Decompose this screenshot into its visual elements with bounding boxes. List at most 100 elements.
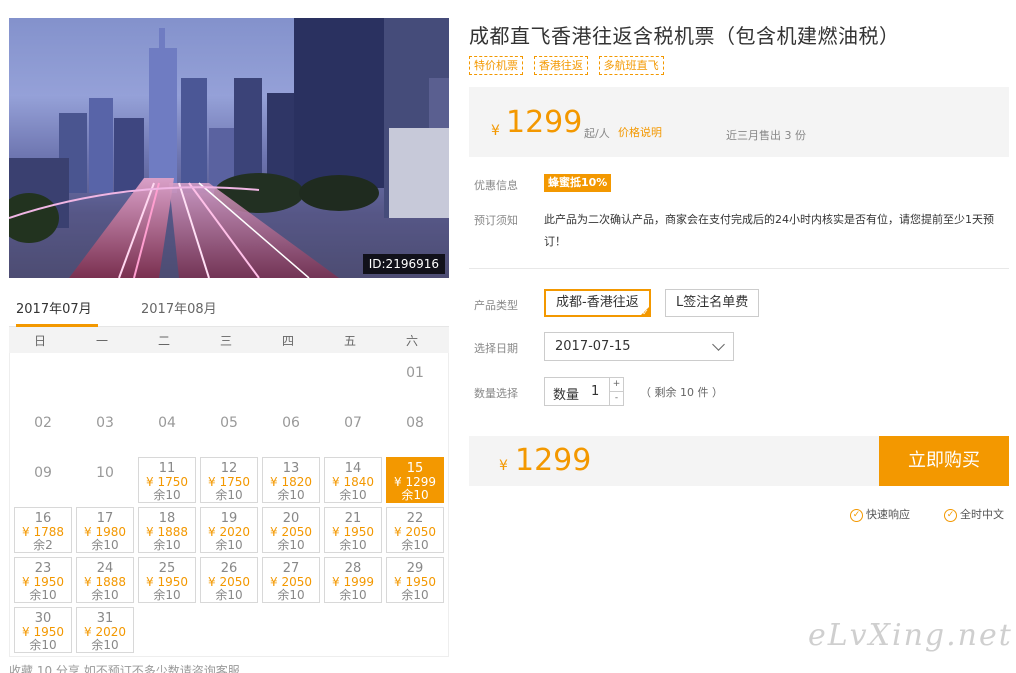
- day-stock: 余10: [339, 538, 367, 552]
- day-number: 10: [96, 465, 114, 481]
- day-number: 28: [344, 561, 362, 576]
- type-option-visa-fee[interactable]: L签注名单费: [665, 289, 760, 317]
- weekday-label: 四: [281, 334, 294, 348]
- quantity-stepper: 数量 1 + -: [544, 377, 624, 406]
- weekday-label: 五: [343, 334, 356, 348]
- day-number: 18: [158, 511, 176, 526]
- calendar-day[interactable]: 31 ¥ 2020 余10: [76, 607, 134, 653]
- day-stock: 余10: [401, 538, 429, 552]
- day-number: 12: [220, 461, 238, 476]
- day-number: 25: [158, 561, 176, 576]
- calendar-day[interactable]: 21 ¥ 1950 余10: [324, 507, 382, 553]
- day-stock: 余10: [215, 588, 243, 602]
- price-currency: ¥: [491, 123, 500, 139]
- check-circle-icon: ✓: [944, 508, 957, 522]
- day-number: 05: [220, 415, 238, 431]
- day-number: 30: [34, 611, 52, 626]
- calendar-day[interactable]: 19 ¥ 2020 余10: [200, 507, 258, 553]
- notice-label: 预订须知: [474, 214, 518, 227]
- calendar-day[interactable]: 27 ¥ 2050 余10: [262, 557, 320, 603]
- calendar-day[interactable]: 18 ¥ 1888 余10: [138, 507, 196, 553]
- weekday-label: 一: [95, 334, 108, 348]
- photo-id-label: ID:2196916: [362, 254, 445, 274]
- tab-month-august[interactable]: 2017年08月: [141, 298, 217, 327]
- product-tag: 特价机票: [469, 56, 523, 75]
- product-title: 成都直飞香港往返含税机票（包含机建燃油税）: [469, 24, 900, 48]
- day-number: 06: [282, 415, 300, 431]
- calendar-day: 10: [76, 457, 134, 503]
- product-tag: 多航班直飞: [598, 56, 664, 75]
- calendar-weekday-header: 日一二三四五六: [9, 327, 449, 353]
- calendar-day-selected[interactable]: 15 ¥ 1299 余10: [386, 457, 444, 503]
- product-tag: 香港往返: [533, 56, 588, 75]
- day-stock: 余10: [401, 488, 429, 502]
- weekday-label: 六: [405, 334, 418, 348]
- day-stock: 余10: [277, 488, 305, 502]
- day-number: 22: [406, 511, 424, 526]
- day-number: 21: [344, 511, 362, 526]
- date-label: 选择日期: [474, 342, 518, 355]
- tab-month-july[interactable]: 2017年07月: [16, 298, 98, 327]
- quantity-remaining: （ 剩余 10 件 ）: [640, 386, 723, 399]
- quantity-plus-button[interactable]: +: [609, 378, 623, 392]
- section-divider: [469, 268, 1009, 269]
- promo-label: 优惠信息: [474, 179, 518, 192]
- calendar-day[interactable]: 28 ¥ 1999 余10: [324, 557, 382, 603]
- day-stock: 余10: [153, 588, 181, 602]
- calendar-day[interactable]: 20 ¥ 2050 余10: [262, 507, 320, 553]
- day-stock: 余10: [339, 488, 367, 502]
- calendar-month-tabs: 2017年07月 2017年08月: [9, 290, 449, 327]
- day-number: 26: [220, 561, 238, 576]
- buy-now-button[interactable]: 立即购买: [879, 436, 1009, 486]
- total-price-bar: ¥ 1299: [469, 436, 879, 486]
- quantity-value[interactable]: 1: [591, 384, 599, 399]
- price-explain-link[interactable]: 价格说明: [618, 124, 662, 140]
- calendar-day[interactable]: 17 ¥ 1980 余10: [76, 507, 134, 553]
- service-label: 快速响应: [866, 508, 910, 521]
- day-stock: 余10: [153, 538, 181, 552]
- quantity-inline-label: 数量: [553, 388, 580, 403]
- calendar-day[interactable]: 23 ¥ 1950 余10: [14, 557, 72, 603]
- day-number: 17: [96, 511, 114, 526]
- day-stock: 余10: [401, 588, 429, 602]
- calendar-day[interactable]: 11 ¥ 1750 余10: [138, 457, 196, 503]
- day-number: 02: [34, 415, 52, 431]
- type-option-chengdu-hongkong[interactable]: 成都-香港往返 ✓: [544, 289, 651, 317]
- promo-badge: 蜂蜜抵10%: [544, 174, 612, 192]
- day-number: 24: [96, 561, 114, 576]
- calendar-day[interactable]: 24 ¥ 1888 余10: [76, 557, 134, 603]
- date-value: 2017-07-15: [555, 339, 631, 354]
- product-tags: 特价机票 香港往返 多航班直飞: [469, 56, 671, 76]
- check-icon: ✓: [642, 308, 649, 317]
- calendar-day[interactable]: 13 ¥ 1820 余10: [262, 457, 320, 503]
- calendar-day[interactable]: 29 ¥ 1950 余10: [386, 557, 444, 603]
- date-select[interactable]: 2017-07-15: [544, 332, 734, 361]
- day-number: 01: [406, 365, 424, 381]
- total-currency: ¥: [499, 458, 508, 474]
- weekday-label: 二: [157, 334, 170, 348]
- day-number: 08: [406, 415, 424, 431]
- calendar-day: 04: [138, 407, 196, 453]
- calendar-day[interactable]: 25 ¥ 1950 余10: [138, 557, 196, 603]
- calendar-day[interactable]: 12 ¥ 1750 余10: [200, 457, 258, 503]
- product-type-label: 产品类型: [474, 299, 518, 312]
- calendar-day[interactable]: 26 ¥ 2050 余10: [200, 557, 258, 603]
- sold-count: 近三月售出 3 份: [726, 129, 806, 142]
- day-number: 04: [158, 415, 176, 431]
- day-number: 07: [344, 415, 362, 431]
- quantity-minus-button[interactable]: -: [609, 392, 623, 405]
- day-stock: 余10: [215, 538, 243, 552]
- day-number: 23: [34, 561, 52, 576]
- calendar-day[interactable]: 16 ¥ 1788 余2: [14, 507, 72, 553]
- price-value: 1299: [506, 105, 583, 140]
- day-number: 15: [406, 461, 424, 476]
- calendar-day: 01: [386, 357, 444, 403]
- calendar-day[interactable]: 30 ¥ 1950 余10: [14, 607, 72, 653]
- calendar-day: 09: [14, 457, 72, 503]
- day-stock: 余10: [277, 588, 305, 602]
- price-box: ¥ 1299 起/人 价格说明 近三月售出 3 份: [469, 87, 1009, 157]
- calendar-day[interactable]: 14 ¥ 1840 余10: [324, 457, 382, 503]
- calendar-day[interactable]: 22 ¥ 2050 余10: [386, 507, 444, 553]
- day-stock: 余10: [277, 538, 305, 552]
- weekday-label: 日: [33, 334, 46, 348]
